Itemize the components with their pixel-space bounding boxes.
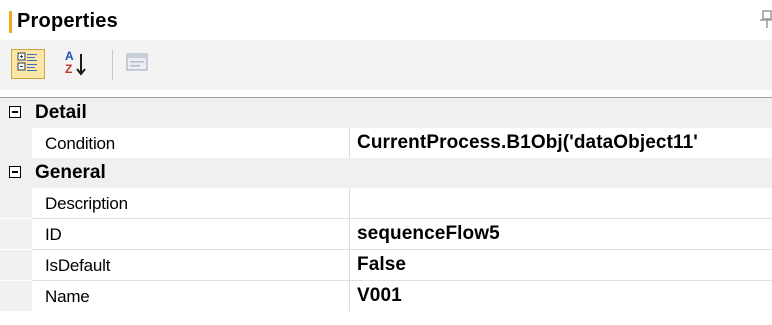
column-divider (349, 281, 350, 311)
column-divider (349, 188, 350, 218)
property-name: ID (45, 225, 62, 244)
sort-az-icon: A Z (62, 49, 88, 77)
property-value[interactable]: False (357, 254, 406, 276)
property-value[interactable]: CurrentProcess.B1Obj('dataObject11' (357, 132, 698, 154)
property-row-id[interactable]: ID sequenceFlow5 (0, 219, 772, 249)
category-label: General (35, 162, 106, 183)
property-name: IsDefault (45, 256, 111, 275)
collapse-icon[interactable] (9, 166, 21, 178)
row-gutter (0, 219, 32, 249)
category-row-detail[interactable]: Detail (0, 98, 772, 128)
properties-toolbar: A Z (0, 40, 772, 90)
alphabetical-sort-button[interactable]: A Z (58, 49, 92, 79)
collapse-icon[interactable] (9, 106, 21, 118)
row-gutter (0, 128, 32, 158)
categorized-icon (17, 51, 39, 78)
column-divider (349, 250, 350, 280)
toolbar-separator (112, 50, 113, 80)
category-label: Detail (35, 102, 87, 123)
property-row-name[interactable]: Name V001 (0, 281, 772, 311)
property-name: Condition (45, 134, 116, 153)
pin-icon[interactable] (760, 8, 772, 30)
property-name: Description (45, 194, 128, 213)
property-name: Name (45, 287, 90, 306)
panel-title: Properties (17, 10, 118, 32)
property-row-description[interactable]: Description (0, 188, 772, 218)
categorized-view-button[interactable] (11, 49, 45, 79)
row-gutter (0, 250, 32, 280)
property-row-isdefault[interactable]: IsDefault False (0, 250, 772, 280)
property-grid: Detail Condition CurrentProcess.B1Obj('d… (0, 97, 772, 325)
title-accent-bar (9, 11, 12, 33)
column-divider (349, 219, 350, 249)
column-divider (349, 128, 350, 158)
property-pages-button[interactable] (120, 49, 154, 79)
property-row-condition[interactable]: Condition CurrentProcess.B1Obj('dataObje… (0, 128, 772, 158)
property-value[interactable]: sequenceFlow5 (357, 223, 500, 245)
property-pages-icon (125, 51, 149, 78)
property-value[interactable]: V001 (357, 285, 402, 307)
row-gutter (0, 281, 32, 311)
category-row-general[interactable]: General (0, 158, 772, 188)
row-gutter (0, 188, 32, 218)
properties-title-bar: Properties (0, 0, 772, 40)
